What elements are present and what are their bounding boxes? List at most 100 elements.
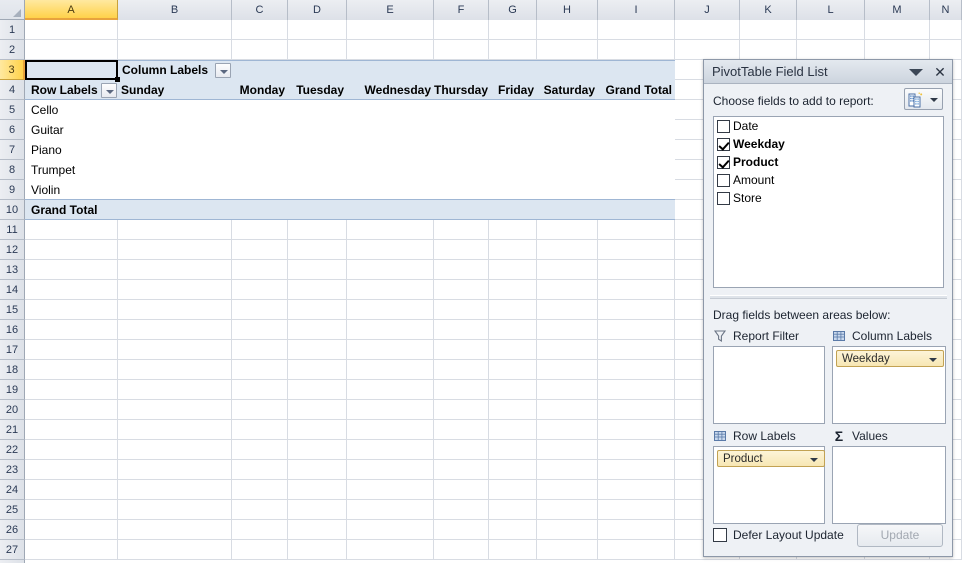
cell-G18[interactable] <box>489 360 537 380</box>
row-header-9[interactable]: 9 <box>0 180 25 200</box>
cell-A27[interactable] <box>25 540 118 560</box>
cell-C24[interactable] <box>232 480 288 500</box>
cell-G2[interactable] <box>489 40 537 60</box>
cell-D27[interactable] <box>288 540 347 560</box>
cell-E14[interactable] <box>347 280 434 300</box>
field-checkbox-product[interactable] <box>717 155 730 169</box>
cell-C27[interactable] <box>232 540 288 560</box>
row-header-7[interactable]: 7 <box>0 140 25 160</box>
cell-F11[interactable] <box>434 220 489 240</box>
cell-F15[interactable] <box>434 300 489 320</box>
cell-C23[interactable] <box>232 460 288 480</box>
cell-I16[interactable] <box>598 320 675 340</box>
cell-E27[interactable] <box>347 540 434 560</box>
cell-F12[interactable] <box>434 240 489 260</box>
area-box-values[interactable] <box>832 446 946 524</box>
cell-F13[interactable] <box>434 260 489 280</box>
cell-H21[interactable] <box>537 420 598 440</box>
cell-I14[interactable] <box>598 280 675 300</box>
cell-H12[interactable] <box>537 240 598 260</box>
cell-H26[interactable] <box>537 520 598 540</box>
cell-D25[interactable] <box>288 500 347 520</box>
cell-G24[interactable] <box>489 480 537 500</box>
cell-H24[interactable] <box>537 480 598 500</box>
cell-A20[interactable] <box>25 400 118 420</box>
cell-G21[interactable] <box>489 420 537 440</box>
cell-H13[interactable] <box>537 260 598 280</box>
cell-H15[interactable] <box>537 300 598 320</box>
cell-E20[interactable] <box>347 400 434 420</box>
cell-A18[interactable] <box>25 360 118 380</box>
cell-I1[interactable] <box>598 20 675 40</box>
cell-A1[interactable] <box>25 20 118 40</box>
cell-F16[interactable] <box>434 320 489 340</box>
cell-E24[interactable] <box>347 480 434 500</box>
cell-D13[interactable] <box>288 260 347 280</box>
field-item-amount[interactable]: Amount <box>714 171 943 189</box>
row-header-16[interactable]: 16 <box>0 320 25 340</box>
cell-L2[interactable] <box>797 40 865 60</box>
cell-C2[interactable] <box>232 40 288 60</box>
cell-D22[interactable] <box>288 440 347 460</box>
row-header-14[interactable]: 14 <box>0 280 25 300</box>
chevron-down-icon[interactable] <box>929 358 937 362</box>
cell-C20[interactable] <box>232 400 288 420</box>
cell-F25[interactable] <box>434 500 489 520</box>
cell-G14[interactable] <box>489 280 537 300</box>
cell-G16[interactable] <box>489 320 537 340</box>
cell-G23[interactable] <box>489 460 537 480</box>
cell-B26[interactable] <box>118 520 232 540</box>
cell-K2[interactable] <box>740 40 797 60</box>
row-header-25[interactable]: 25 <box>0 500 25 520</box>
cell-B21[interactable] <box>118 420 232 440</box>
row-header-22[interactable]: 22 <box>0 440 25 460</box>
cell-M1[interactable] <box>865 20 930 40</box>
update-button[interactable]: Update <box>857 524 943 547</box>
row-header-18[interactable]: 18 <box>0 360 25 380</box>
cell-G11[interactable] <box>489 220 537 240</box>
cell-C26[interactable] <box>232 520 288 540</box>
cell-C21[interactable] <box>232 420 288 440</box>
cell-E26[interactable] <box>347 520 434 540</box>
cell-D21[interactable] <box>288 420 347 440</box>
row-header-3[interactable]: 3 <box>0 60 25 80</box>
cell-D20[interactable] <box>288 400 347 420</box>
cell-G12[interactable] <box>489 240 537 260</box>
panel-splitter[interactable] <box>710 295 947 299</box>
cell-G19[interactable] <box>489 380 537 400</box>
cell-H22[interactable] <box>537 440 598 460</box>
field-checkbox-store[interactable] <box>717 191 730 205</box>
field-item-product[interactable]: Product <box>714 153 943 171</box>
cell-D16[interactable] <box>288 320 347 340</box>
column-labels-filter-dropdown[interactable] <box>215 63 231 78</box>
cell-G13[interactable] <box>489 260 537 280</box>
row-header-17[interactable]: 17 <box>0 340 25 360</box>
cell-E19[interactable] <box>347 380 434 400</box>
row-header-10[interactable]: 10 <box>0 200 25 220</box>
cell-L1[interactable] <box>797 20 865 40</box>
cell-B24[interactable] <box>118 480 232 500</box>
cell-I13[interactable] <box>598 260 675 280</box>
row-header-1[interactable]: 1 <box>0 20 25 40</box>
cell-B15[interactable] <box>118 300 232 320</box>
cell-G1[interactable] <box>489 20 537 40</box>
cell-D24[interactable] <box>288 480 347 500</box>
fields-checkbox-list[interactable]: Date Weekday Product Amount Store <box>713 116 944 288</box>
cell-E25[interactable] <box>347 500 434 520</box>
column-header-d[interactable]: D <box>288 0 347 20</box>
cell-F27[interactable] <box>434 540 489 560</box>
cell-E1[interactable] <box>347 20 434 40</box>
cell-C12[interactable] <box>232 240 288 260</box>
cell-I17[interactable] <box>598 340 675 360</box>
cell-F1[interactable] <box>434 20 489 40</box>
cell-A19[interactable] <box>25 380 118 400</box>
cell-G17[interactable] <box>489 340 537 360</box>
cell-H2[interactable] <box>537 40 598 60</box>
cell-C13[interactable] <box>232 260 288 280</box>
cell-B23[interactable] <box>118 460 232 480</box>
cell-G20[interactable] <box>489 400 537 420</box>
cell-B1[interactable] <box>118 20 232 40</box>
cell-N1[interactable] <box>930 20 962 40</box>
area-box-report-filter[interactable] <box>713 346 825 424</box>
cell-D11[interactable] <box>288 220 347 240</box>
